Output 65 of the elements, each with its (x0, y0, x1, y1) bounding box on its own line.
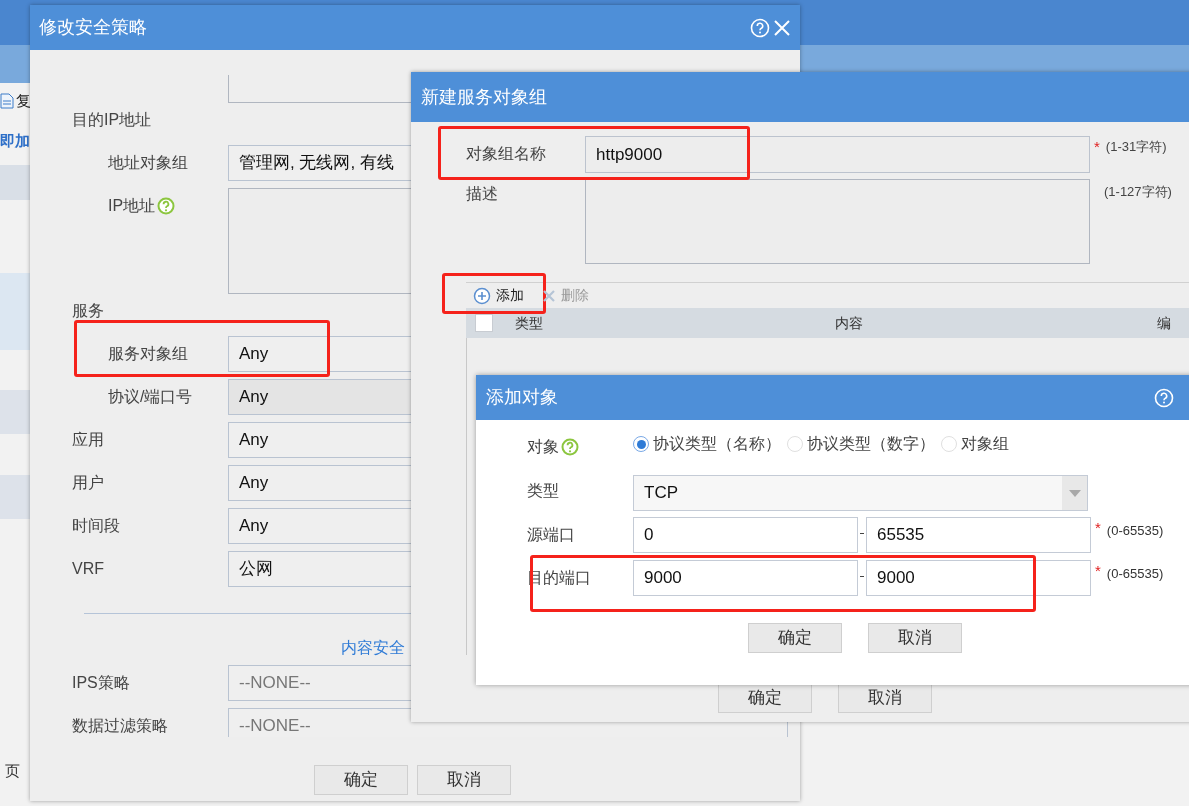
name-input[interactable]: http9000 (585, 136, 1090, 173)
dialog-title: 添加对象 (486, 386, 558, 409)
help-icon[interactable] (561, 438, 579, 456)
field-label: 对象组名称 (466, 145, 546, 162)
type-select[interactable]: TCP (633, 475, 1088, 511)
help-icon[interactable] (157, 197, 176, 215)
field-label: 类型 (527, 482, 559, 499)
dialog-title: 修改安全策略 (39, 16, 147, 39)
toolbar-button[interactable]: 添加 (468, 282, 529, 309)
field-label: IPS策略 (72, 673, 130, 693)
hint-text: (1-31字符) (1105, 138, 1167, 156)
toolbar-button[interactable]: 复 (16, 90, 31, 113)
radio-label: 协议类型（名称） (653, 434, 781, 454)
field-label: 服务对象组 (108, 344, 188, 364)
section-heading: 服务 (72, 302, 104, 319)
column-header: 类型 (515, 313, 543, 333)
description-area[interactable] (585, 179, 1090, 264)
column-header: 内容 (835, 313, 863, 333)
dialog-button[interactable]: 取消 (838, 683, 932, 713)
checkbox[interactable] (475, 314, 493, 332)
field-label: VRF (72, 559, 104, 579)
port-input[interactable]: 0 (633, 517, 858, 553)
link[interactable]: 即加 (0, 130, 30, 153)
column-header: 编 (1157, 313, 1171, 333)
pager-text: 页 (5, 761, 20, 781)
required-mark: * (1095, 518, 1101, 538)
port-input[interactable]: 9000 (633, 560, 858, 596)
close-icon (542, 288, 556, 303)
port-input[interactable]: 9000 (866, 560, 1091, 596)
section-heading: 目的IP地址 (72, 111, 152, 128)
field-label: 对象 (527, 437, 559, 457)
field-label: 源端口 (527, 526, 575, 543)
radio-label: 对象组 (961, 434, 1009, 454)
hint-text: (1-127字符) (1104, 183, 1172, 201)
required-mark: * (1094, 137, 1100, 157)
table-row-strip (0, 390, 30, 434)
field-label: 地址对象组 (108, 153, 188, 173)
dialog-button[interactable]: 取消 (868, 623, 962, 653)
radio-button[interactable] (633, 436, 649, 452)
hint-text: (0-65535) (1106, 522, 1164, 540)
dialog-button[interactable]: 确定 (718, 683, 812, 713)
dialog-title: 新建服务对象组 (421, 85, 547, 109)
table-header-strip (0, 165, 30, 200)
required-mark: * (1095, 561, 1101, 581)
field-label: 应用 (72, 430, 104, 450)
field-label: IP地址 (108, 196, 156, 216)
dialog-button[interactable]: 取消 (417, 765, 511, 795)
field-label: 数据过滤策略 (72, 716, 168, 736)
field-label: 描述 (466, 185, 498, 202)
table-row-strip (0, 475, 30, 519)
field-label: 用户 (72, 473, 104, 493)
range-dash (860, 533, 864, 534)
radio-label: 协议类型（数字） (807, 434, 935, 454)
dialog-button[interactable]: 确定 (314, 765, 408, 795)
port-input[interactable]: 65535 (866, 517, 1091, 553)
dialog-button[interactable]: 确定 (748, 623, 842, 653)
field-label: 时间段 (72, 516, 120, 536)
close-icon[interactable] (773, 18, 791, 37)
dropdown-arrow-icon (1068, 489, 1081, 497)
hint-text: (0-65535) (1106, 565, 1164, 583)
field-label: 协议/端口号 (108, 387, 193, 407)
document-icon (0, 93, 14, 110)
range-dash (860, 576, 864, 577)
section-link[interactable]: 内容安全 (341, 639, 405, 656)
plus-icon (473, 286, 491, 305)
